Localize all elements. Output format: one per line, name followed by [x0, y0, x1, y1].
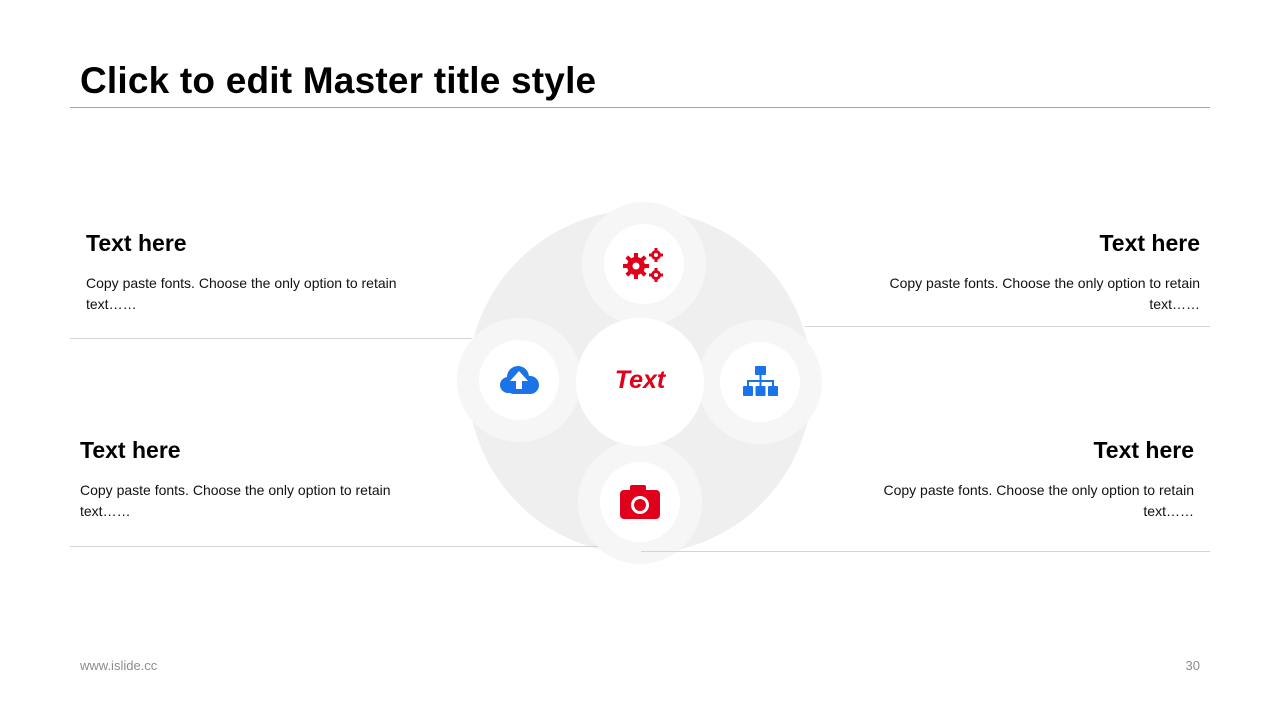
text-block-top-right: Text here Copy paste fonts. Choose the o…	[860, 230, 1200, 315]
title-divider	[70, 107, 1210, 108]
divider-bottom-left	[70, 546, 598, 547]
cycle-diagram	[457, 202, 822, 564]
slide-title: Click to edit Master title style	[80, 60, 597, 101]
camera-icon	[620, 485, 660, 519]
page-number: 30	[1185, 658, 1200, 673]
bottom-node	[600, 462, 680, 542]
right-node-ring	[698, 320, 822, 444]
cloud-upload-icon	[500, 366, 539, 394]
divider-top-right	[805, 326, 1210, 327]
text-block-bottom-left: Text here Copy paste fonts. Choose the o…	[80, 437, 420, 522]
block-body: Copy paste fonts. Choose the only option…	[889, 275, 1200, 312]
left-node	[479, 340, 559, 420]
center-label: Text	[614, 366, 666, 394]
block-heading: Text here	[80, 437, 181, 463]
text-block-top-left: Text here Copy paste fonts. Choose the o…	[86, 230, 426, 315]
gears-icon	[623, 248, 663, 282]
block-body: Copy paste fonts. Choose the only option…	[86, 275, 397, 312]
top-node	[604, 224, 684, 304]
block-heading: Text here	[86, 230, 187, 256]
block-body: Copy paste fonts. Choose the only option…	[883, 482, 1194, 519]
block-heading: Text here	[1099, 230, 1200, 256]
block-body: Copy paste fonts. Choose the only option…	[80, 482, 391, 519]
block-heading: Text here	[1093, 437, 1194, 463]
footer-url: www.islide.cc	[80, 658, 158, 673]
text-block-bottom-right: Text here Copy paste fonts. Choose the o…	[854, 437, 1194, 522]
top-node-ring	[582, 202, 706, 326]
sitemap-icon	[743, 366, 778, 396]
divider-top-left	[70, 338, 472, 339]
divider-bottom-right	[641, 551, 1210, 552]
left-node-ring	[457, 318, 581, 442]
right-node	[720, 342, 800, 422]
